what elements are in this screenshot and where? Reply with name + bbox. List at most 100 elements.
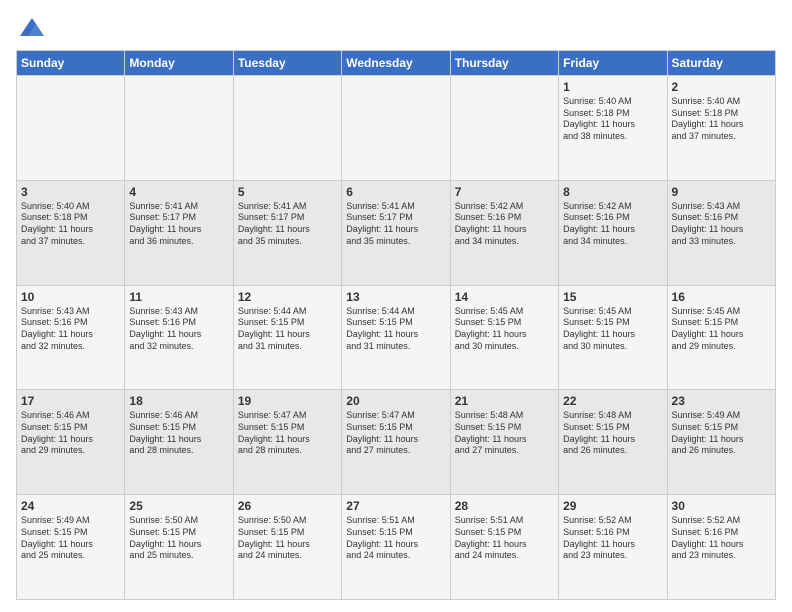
day-info: Sunrise: 5:44 AM Sunset: 5:15 PM Dayligh… <box>238 306 337 353</box>
day-number: 18 <box>129 394 228 408</box>
day-number: 26 <box>238 499 337 513</box>
calendar-cell: 19 Sunrise: 5:47 AM Sunset: 5:15 PM Dayli… <box>233 390 341 495</box>
day-info: Sunrise: 5:46 AM Sunset: 5:15 PM Dayligh… <box>21 410 120 457</box>
day-info: Sunrise: 5:48 AM Sunset: 5:15 PM Dayligh… <box>455 410 554 457</box>
calendar-cell: 16 Sunrise: 5:45 AM Sunset: 5:15 PM Dayli… <box>667 285 775 390</box>
day-number: 4 <box>129 185 228 199</box>
day-info: Sunrise: 5:41 AM Sunset: 5:17 PM Dayligh… <box>129 201 228 248</box>
day-info: Sunrise: 5:42 AM Sunset: 5:16 PM Dayligh… <box>563 201 662 248</box>
day-number: 12 <box>238 290 337 304</box>
calendar-cell: 4 Sunrise: 5:41 AM Sunset: 5:17 PM Daylig… <box>125 180 233 285</box>
day-info: Sunrise: 5:41 AM Sunset: 5:17 PM Dayligh… <box>346 201 445 248</box>
day-of-week-header: Wednesday <box>342 51 450 76</box>
calendar-cell <box>342 76 450 181</box>
calendar-cell: 17 Sunrise: 5:46 AM Sunset: 5:15 PM Dayli… <box>17 390 125 495</box>
day-info: Sunrise: 5:50 AM Sunset: 5:15 PM Dayligh… <box>238 515 337 562</box>
day-of-week-header: Monday <box>125 51 233 76</box>
day-number: 22 <box>563 394 662 408</box>
day-number: 15 <box>563 290 662 304</box>
calendar-cell: 13Sunrise: 5:44 AM Sunset: 5:15 PM Dayli… <box>342 285 450 390</box>
calendar-week-row: 3 Sunrise: 5:40 AM Sunset: 5:18 PM Daylig… <box>17 180 776 285</box>
day-info: Sunrise: 5:47 AM Sunset: 5:15 PM Dayligh… <box>346 410 445 457</box>
day-info: Sunrise: 5:44 AM Sunset: 5:15 PM Dayligh… <box>346 306 445 353</box>
calendar-cell: 21 Sunrise: 5:48 AM Sunset: 5:15 PM Dayli… <box>450 390 558 495</box>
calendar-table: SundayMondayTuesdayWednesdayThursdayFrid… <box>16 50 776 600</box>
day-info: Sunrise: 5:42 AM Sunset: 5:16 PM Dayligh… <box>455 201 554 248</box>
day-number: 21 <box>455 394 554 408</box>
calendar-cell: 12 Sunrise: 5:44 AM Sunset: 5:15 PM Dayli… <box>233 285 341 390</box>
day-number: 29 <box>563 499 662 513</box>
day-info: Sunrise: 5:50 AM Sunset: 5:15 PM Dayligh… <box>129 515 228 562</box>
calendar-cell <box>450 76 558 181</box>
day-of-week-header: Sunday <box>17 51 125 76</box>
day-number: 24 <box>21 499 120 513</box>
day-number: 25 <box>129 499 228 513</box>
day-info: Sunrise: 5:41 AM Sunset: 5:17 PM Dayligh… <box>238 201 337 248</box>
day-number: 3 <box>21 185 120 199</box>
calendar-cell: 8 Sunrise: 5:42 AM Sunset: 5:16 PM Daylig… <box>559 180 667 285</box>
day-number: 30 <box>672 499 771 513</box>
calendar-cell: 5 Sunrise: 5:41 AM Sunset: 5:17 PM Daylig… <box>233 180 341 285</box>
day-number: 6 <box>346 185 445 199</box>
day-of-week-header: Friday <box>559 51 667 76</box>
calendar-cell: 15 Sunrise: 5:45 AM Sunset: 5:15 PM Dayli… <box>559 285 667 390</box>
day-number: 1 <box>563 80 662 94</box>
day-number: 20 <box>346 394 445 408</box>
day-info: Sunrise: 5:46 AM Sunset: 5:15 PM Dayligh… <box>129 410 228 457</box>
day-info: Sunrise: 5:43 AM Sunset: 5:16 PM Dayligh… <box>672 201 771 248</box>
calendar-cell: 10Sunrise: 5:43 AM Sunset: 5:16 PM Dayli… <box>17 285 125 390</box>
day-number: 23 <box>672 394 771 408</box>
day-info: Sunrise: 5:45 AM Sunset: 5:15 PM Dayligh… <box>672 306 771 353</box>
calendar-cell: 11 Sunrise: 5:43 AM Sunset: 5:16 PM Dayli… <box>125 285 233 390</box>
calendar-week-row: 17 Sunrise: 5:46 AM Sunset: 5:15 PM Dayli… <box>17 390 776 495</box>
calendar-cell: 27Sunrise: 5:51 AM Sunset: 5:15 PM Dayli… <box>342 495 450 600</box>
day-number: 8 <box>563 185 662 199</box>
calendar-cell: 25 Sunrise: 5:50 AM Sunset: 5:15 PM Dayli… <box>125 495 233 600</box>
calendar-cell: 26 Sunrise: 5:50 AM Sunset: 5:15 PM Dayli… <box>233 495 341 600</box>
day-info: Sunrise: 5:43 AM Sunset: 5:16 PM Dayligh… <box>129 306 228 353</box>
day-info: Sunrise: 5:49 AM Sunset: 5:15 PM Dayligh… <box>21 515 120 562</box>
day-number: 9 <box>672 185 771 199</box>
calendar-cell <box>125 76 233 181</box>
day-info: Sunrise: 5:48 AM Sunset: 5:15 PM Dayligh… <box>563 410 662 457</box>
calendar-cell: 30 Sunrise: 5:52 AM Sunset: 5:16 PM Dayli… <box>667 495 775 600</box>
calendar-cell: 18 Sunrise: 5:46 AM Sunset: 5:15 PM Dayli… <box>125 390 233 495</box>
calendar-cell: 1 Sunrise: 5:40 AM Sunset: 5:18 PM Daylig… <box>559 76 667 181</box>
day-info: Sunrise: 5:45 AM Sunset: 5:15 PM Dayligh… <box>563 306 662 353</box>
calendar-cell: 3 Sunrise: 5:40 AM Sunset: 5:18 PM Daylig… <box>17 180 125 285</box>
calendar-week-row: 1 Sunrise: 5:40 AM Sunset: 5:18 PM Daylig… <box>17 76 776 181</box>
calendar-cell: 28 Sunrise: 5:51 AM Sunset: 5:15 PM Dayli… <box>450 495 558 600</box>
calendar-week-row: 10 Sunrise: 5:43 AM Sunset: 5:16 PM Dayli… <box>17 285 776 390</box>
day-info: Sunrise: 5:45 AM Sunset: 5:15 PM Dayligh… <box>455 306 554 353</box>
calendar-cell <box>17 76 125 181</box>
calendar-cell: 9 Sunrise: 5:43 AM Sunset: 5:16 PM Daylig… <box>667 180 775 285</box>
day-number: 19 <box>238 394 337 408</box>
calendar-cell: 7 Sunrise: 5:42 AM Sunset: 5:16 PM Daylig… <box>450 180 558 285</box>
day-info: Sunrise: 5:47 AM Sunset: 5:15 PM Dayligh… <box>238 410 337 457</box>
calendar-header-row: SundayMondayTuesdayWednesdayThursdayFrid… <box>17 51 776 76</box>
day-number: 27 <box>346 499 445 513</box>
day-info: Sunrise: 5:49 AM Sunset: 5:15 PM Dayligh… <box>672 410 771 457</box>
day-number: 17 <box>21 394 120 408</box>
calendar-week-row: 24 Sunrise: 5:49 AM Sunset: 5:15 PM Dayli… <box>17 495 776 600</box>
calendar-cell: 14 Sunrise: 5:45 AM Sunset: 5:15 PM Dayli… <box>450 285 558 390</box>
calendar-cell <box>233 76 341 181</box>
day-info: Sunrise: 5:40 AM Sunset: 5:18 PM Dayligh… <box>21 201 120 248</box>
calendar-cell: 20 Sunrise: 5:47 AM Sunset: 5:15 PM Dayli… <box>342 390 450 495</box>
day-number: 11 <box>129 290 228 304</box>
day-number: 16 <box>672 290 771 304</box>
day-number: 5 <box>238 185 337 199</box>
day-info: Sunrise: 5:52 AM Sunset: 5:16 PM Dayligh… <box>672 515 771 562</box>
day-number: 14 <box>455 290 554 304</box>
calendar-cell: 29Sunrise: 5:52 AM Sunset: 5:16 PM Dayli… <box>559 495 667 600</box>
day-of-week-header: Saturday <box>667 51 775 76</box>
calendar-cell: 22 Sunrise: 5:48 AM Sunset: 5:15 PM Dayli… <box>559 390 667 495</box>
day-info: Sunrise: 5:40 AM Sunset: 5:18 PM Dayligh… <box>563 96 662 143</box>
day-number: 28 <box>455 499 554 513</box>
logo-icon <box>18 16 46 44</box>
day-number: 10 <box>21 290 120 304</box>
day-info: Sunrise: 5:51 AM Sunset: 5:15 PM Dayligh… <box>455 515 554 562</box>
day-number: 7 <box>455 185 554 199</box>
calendar-cell: 2Sunrise: 5:40 AM Sunset: 5:18 PM Daylig… <box>667 76 775 181</box>
calendar-cell: 6 Sunrise: 5:41 AM Sunset: 5:17 PM Daylig… <box>342 180 450 285</box>
